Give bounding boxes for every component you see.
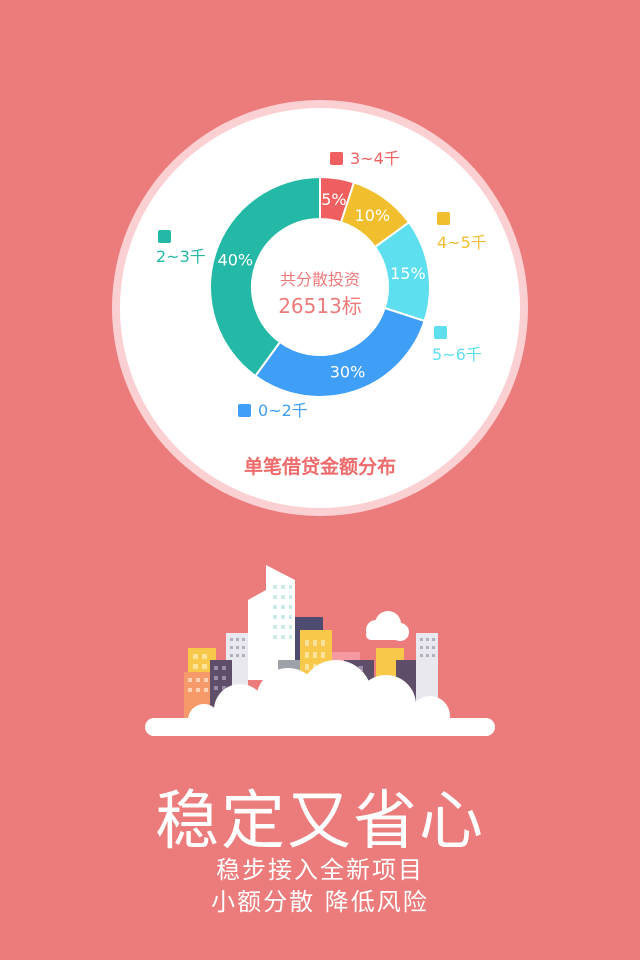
slice-3-4k-value-label: 5%: [321, 190, 346, 209]
slice-0-2k: [253, 306, 426, 398]
legend-swatch-5-6k: [434, 326, 447, 339]
legend-swatch-2-3k: [158, 230, 171, 243]
legend-swatch-0-2k: [238, 404, 251, 417]
slice-0-2k-value-label: 30%: [330, 363, 366, 382]
legend-label-4-5k: 4~5千: [437, 233, 487, 252]
chart-center-value: 26513标: [278, 294, 362, 318]
slogan-subline-2: 小额分散 降低风险: [211, 888, 429, 916]
legend-label-0-2k: 0~2千: [258, 401, 308, 420]
city-skyline-illustration: [145, 565, 495, 736]
chart-center-label: 共分散投资: [279, 270, 360, 289]
chart-caption: 单笔借贷金额分布: [243, 456, 396, 478]
slogan-headline: 稳定又省心: [155, 785, 485, 859]
slogan-subline-1: 稳步接入全新项目: [216, 856, 424, 884]
small-cloud: [366, 611, 409, 641]
legend-swatch-3-4k: [330, 152, 343, 165]
legend-label-5-6k: 5~6千: [432, 345, 482, 364]
legend-label-2-3k: 2~3千: [156, 247, 206, 266]
legend-label-3-4k: 3~4千: [350, 149, 400, 168]
legend-swatch-4-5k: [437, 212, 450, 225]
slice-4-5k-value-label: 10%: [355, 206, 391, 225]
